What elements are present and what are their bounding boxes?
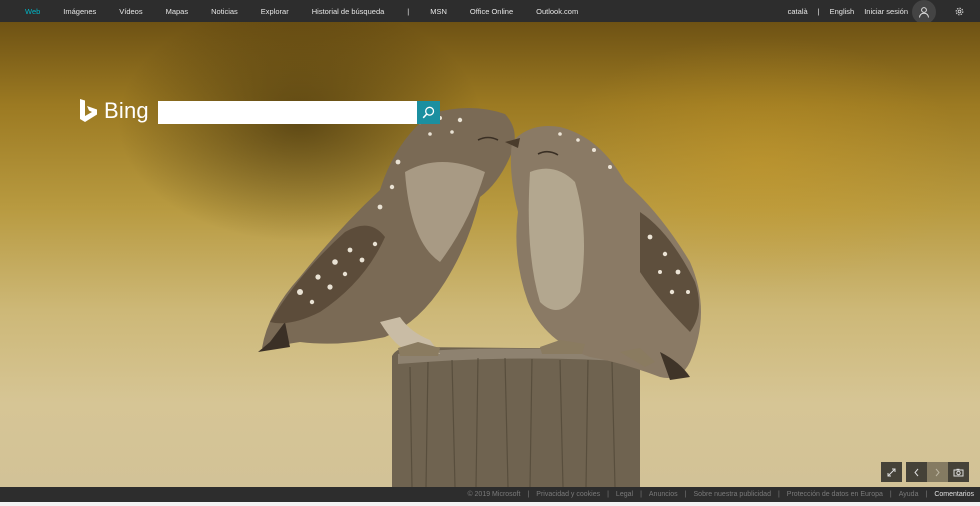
chevron-right-icon: [935, 468, 940, 476]
bing-logo-text: Bing: [104, 98, 149, 123]
footer-separator: |: [925, 491, 928, 498]
top-navigation-bar: Web Imágenes Vídeos Mapas Noticias Explo…: [0, 0, 980, 24]
lang-english-link[interactable]: English: [830, 7, 855, 16]
nav-links: Web Imágenes Vídeos Mapas Noticias Explo…: [25, 0, 601, 22]
nav-right: català | English Iniciar sesión: [788, 0, 980, 24]
nav-separator: |: [407, 6, 410, 16]
search-icon: [422, 106, 435, 119]
footer-separator: |: [527, 491, 530, 498]
nav-news[interactable]: Noticias: [211, 7, 238, 16]
bing-logo[interactable]: Bing: [79, 98, 149, 124]
fullscreen-button[interactable]: [881, 462, 902, 482]
search-button[interactable]: [417, 101, 440, 124]
nav-outlook[interactable]: Outlook.com: [536, 7, 578, 16]
nav-explore[interactable]: Explorar: [261, 7, 289, 16]
image-info-button[interactable]: [948, 462, 969, 482]
footer-legal-link[interactable]: Legal: [616, 491, 633, 498]
footer-links: © 2019 Microsoft | Privacidad y cookies …: [467, 487, 974, 502]
footer-help-link[interactable]: Ayuda: [899, 491, 919, 498]
footer-copyright: © 2019 Microsoft: [467, 491, 521, 498]
footer-bar: © 2019 Microsoft | Privacidad y cookies …: [0, 487, 980, 502]
footer-privacy-link[interactable]: Privacidad y cookies: [536, 491, 600, 498]
footer-ads-link[interactable]: Anuncios: [649, 491, 678, 498]
next-image-button[interactable]: [927, 462, 948, 482]
nav-search-history[interactable]: Historial de búsqueda: [312, 7, 385, 16]
signin-link[interactable]: Iniciar sesión: [864, 7, 908, 16]
footer-feedback-link[interactable]: Comentarios: [934, 491, 974, 498]
nav-images[interactable]: Imágenes: [63, 7, 96, 16]
footer-data-protection-link[interactable]: Protección de datos en Europa: [787, 491, 883, 498]
search-input[interactable]: [158, 101, 417, 124]
settings-button[interactable]: [952, 4, 966, 18]
nav-msn[interactable]: MSN: [430, 7, 447, 16]
nav-office-online[interactable]: Office Online: [470, 7, 513, 16]
lang-divider: |: [817, 6, 820, 16]
footer-separator: |: [640, 491, 642, 498]
footer-separator: |: [777, 491, 780, 498]
bottom-strip: [0, 502, 980, 506]
camera-icon: [953, 468, 964, 476]
bing-b-icon: [80, 99, 97, 122]
nav-web[interactable]: Web: [25, 7, 40, 16]
user-icon: [919, 7, 929, 18]
expand-icon: [887, 468, 896, 476]
previous-image-button[interactable]: [906, 462, 927, 482]
gear-icon: [955, 7, 963, 15]
owls-photo: [258, 108, 701, 487]
background-image: Bing: [0, 22, 980, 487]
footer-separator: |: [607, 491, 609, 498]
nav-maps[interactable]: Mapas: [166, 7, 189, 16]
footer-about-ads-link[interactable]: Sobre nuestra publicidad: [694, 491, 771, 498]
chevron-left-icon: [914, 468, 919, 476]
user-avatar-button[interactable]: [912, 0, 936, 24]
nav-videos[interactable]: Vídeos: [119, 7, 142, 16]
footer-separator: |: [684, 491, 687, 498]
footer-separator: |: [889, 491, 892, 498]
lang-catala-link[interactable]: català: [788, 7, 808, 16]
